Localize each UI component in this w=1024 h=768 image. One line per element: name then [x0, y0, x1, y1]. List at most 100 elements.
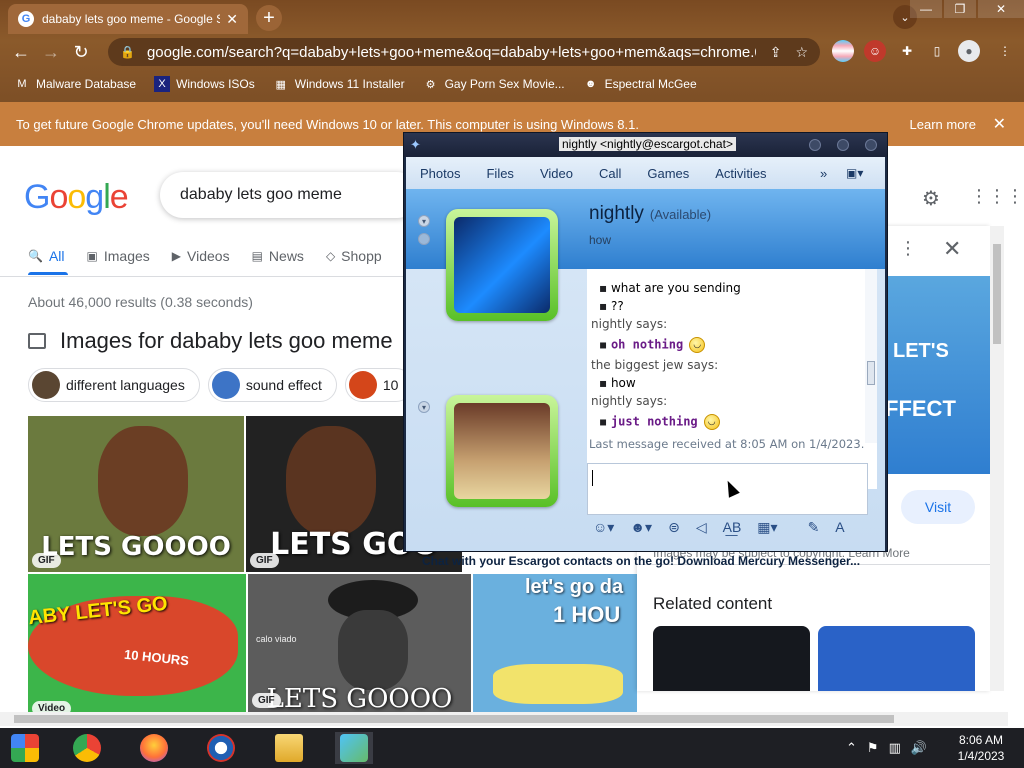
profile-avatar-icon[interactable]: ●	[958, 40, 980, 62]
extension-flag-icon[interactable]	[832, 40, 854, 62]
chat-minimize-icon[interactable]	[809, 139, 821, 151]
more-options-icon[interactable]: ⋮	[899, 238, 917, 259]
close-window-icon[interactable]: ✕	[978, 0, 1024, 18]
close-tab-icon[interactable]: ✕	[226, 11, 238, 28]
tab-shopping[interactable]: ◇ Shopp	[326, 248, 382, 264]
related-thumbnail[interactable]	[653, 626, 810, 691]
image-icon: ▣	[86, 249, 98, 263]
reload-icon[interactable]: ↻	[66, 37, 96, 67]
image-result[interactable]: let's go da 1 HOU	[473, 574, 637, 712]
menu-games[interactable]: Games	[647, 166, 689, 181]
taskbar-clock[interactable]: 8:06 AM 1/4/2023	[946, 732, 1016, 764]
visit-button[interactable]: Visit	[901, 490, 975, 524]
scrollbar-thumb[interactable]	[993, 244, 1001, 344]
own-avatar[interactable]	[446, 395, 558, 507]
menu-files[interactable]: Files	[486, 166, 513, 181]
tab-news[interactable]: ▤ News	[252, 248, 304, 264]
collapse-chevron-icon[interactable]: ▾	[418, 215, 430, 227]
image-result[interactable]: calo viado LETS GOOOO GIF	[248, 574, 471, 712]
browser-tab-active[interactable]: G dababy lets goo meme - Google Se ✕	[8, 4, 248, 34]
image-result[interactable]: ABY LET'S GO 10 HOURS Video	[28, 574, 246, 712]
forward-arrow-icon[interactable]: →	[36, 37, 66, 67]
images-section-heading[interactable]: Images for dababy lets goo meme	[28, 328, 393, 354]
network-icon[interactable]: ▥	[889, 740, 901, 756]
taskbar-firefox[interactable]	[135, 732, 173, 764]
address-bar[interactable]: 🔒 google.com/search?q=dababy+lets+goo+me…	[108, 38, 820, 66]
bookmark-star-icon[interactable]: ☆	[795, 44, 808, 61]
share-icon[interactable]: ⇪	[770, 44, 782, 61]
tab-videos[interactable]: ▶ Videos	[172, 248, 230, 264]
google-apps-grid-icon[interactable]: ⋮⋮⋮	[970, 186, 1024, 207]
menu-photos[interactable]: Photos	[420, 166, 460, 181]
mercury-promo-link[interactable]: Chat with your Escargot contacts on the …	[406, 549, 885, 573]
bookmark-windows-11-installer[interactable]: ▦ Windows 11 Installer	[273, 76, 405, 92]
extension-avatar-icon[interactable]: ☺	[864, 40, 886, 62]
infobar-close-icon[interactable]: ✕	[993, 114, 1006, 134]
bookmark-favicon-icon: X	[154, 76, 171, 92]
taskbar-file-explorer[interactable]	[270, 732, 308, 764]
extensions-puzzle-icon[interactable]: ✚	[896, 40, 918, 62]
menu-more-chevron-icon[interactable]: »	[820, 166, 827, 181]
taskbar-chrome[interactable]	[68, 732, 106, 764]
google-logo[interactable]: Google	[24, 178, 129, 217]
volume-icon[interactable]: 🔊	[911, 740, 927, 756]
taskbar-escargot[interactable]	[335, 732, 373, 764]
bookmark-windows-isos[interactable]: X Windows ISOs	[154, 76, 255, 92]
wink-picker-icon[interactable]: ☻▾	[630, 519, 652, 536]
search-input[interactable]: dababy lets goo meme	[160, 172, 420, 218]
menu-video[interactable]: Video	[540, 166, 573, 181]
restore-icon[interactable]: ❐	[944, 0, 976, 18]
close-panel-icon[interactable]: ✕	[943, 236, 961, 262]
bookmark-malware-database[interactable]: M Malware Database	[14, 76, 136, 92]
bookmark-espectral-mcgee[interactable]: ☻ Espectral McGee	[583, 76, 697, 92]
taskbar-campaign-app[interactable]	[202, 732, 240, 764]
menu-call[interactable]: Call	[599, 166, 621, 181]
scrollbar-thumb[interactable]	[867, 361, 875, 385]
collapse-chevron-icon[interactable]: ▾	[418, 401, 430, 413]
page-horizontal-scrollbar[interactable]	[0, 712, 1008, 726]
new-tab-button[interactable]: +	[256, 5, 282, 31]
image-caption: let's go da	[525, 576, 624, 598]
chat-maximize-icon[interactable]	[837, 139, 849, 151]
infobar-learn-more-link[interactable]: Learn more	[910, 117, 976, 132]
chrome-icon	[73, 734, 101, 762]
tab-all[interactable]: 🔍 All	[28, 248, 65, 264]
font-icon[interactable]: A͟B	[723, 519, 742, 535]
voice-clip-icon[interactable]: ◁	[696, 519, 707, 536]
contact-avatar[interactable]	[446, 209, 558, 321]
bookmark-gay-porn-sex-movie[interactable]: ⚙ Gay Porn Sex Movie...	[423, 76, 565, 92]
page-vertical-scrollbar[interactable]	[990, 226, 1004, 691]
tab-images[interactable]: ▣ Images	[87, 248, 150, 264]
chip-different-languages[interactable]: different languages	[28, 368, 200, 402]
conversation-history[interactable]: ▪ what are you sending ▪ ?? nightly says…	[587, 269, 877, 489]
menu-activities[interactable]: Activities	[715, 166, 766, 181]
handwriting-pen-icon[interactable]: ✎	[808, 519, 820, 536]
nudge-icon[interactable]: ⊜	[668, 519, 680, 536]
minimize-icon[interactable]: —	[910, 0, 942, 18]
back-arrow-icon[interactable]: ←	[6, 37, 36, 67]
image-result[interactable]: LETS GOOOO GIF	[28, 416, 244, 572]
browser-menu-icon[interactable]: ⋮	[994, 40, 1016, 62]
menu-options-icon[interactable]: ▣▾	[846, 166, 863, 180]
conversation-scrollbar[interactable]	[865, 269, 877, 443]
list-item: ▪ just nothing ◡	[599, 414, 720, 430]
campaign-logo-icon	[207, 734, 235, 762]
image-content	[493, 664, 623, 704]
settings-gear-icon[interactable]: ⚙	[922, 186, 940, 211]
related-thumbnail[interactable]	[818, 626, 975, 691]
cartoon-avatar	[454, 403, 550, 499]
list-item: ▪ oh nothing ◡	[599, 337, 706, 353]
emoticon-picker-icon[interactable]: ☺▾	[593, 519, 614, 536]
start-button[interactable]	[6, 732, 44, 764]
tray-overflow-icon[interactable]: ⌃	[846, 740, 857, 756]
background-picker-icon[interactable]: ▦▾	[757, 519, 777, 536]
lock-icon[interactable]: 🔒	[120, 45, 135, 59]
chat-title-bar[interactable]: ✦ nightly <nightly@escargot.chat>	[404, 133, 887, 157]
action-center-flag-icon[interactable]: ⚑	[867, 740, 879, 756]
text-format-icon[interactable]: A	[835, 519, 844, 535]
chat-close-icon[interactable]	[865, 139, 877, 151]
scrollbar-thumb[interactable]	[14, 715, 894, 723]
message-text: what are you sending	[610, 281, 741, 295]
side-panel-icon[interactable]: ▯	[926, 40, 948, 62]
chip-sound-effect[interactable]: sound effect	[207, 368, 337, 402]
